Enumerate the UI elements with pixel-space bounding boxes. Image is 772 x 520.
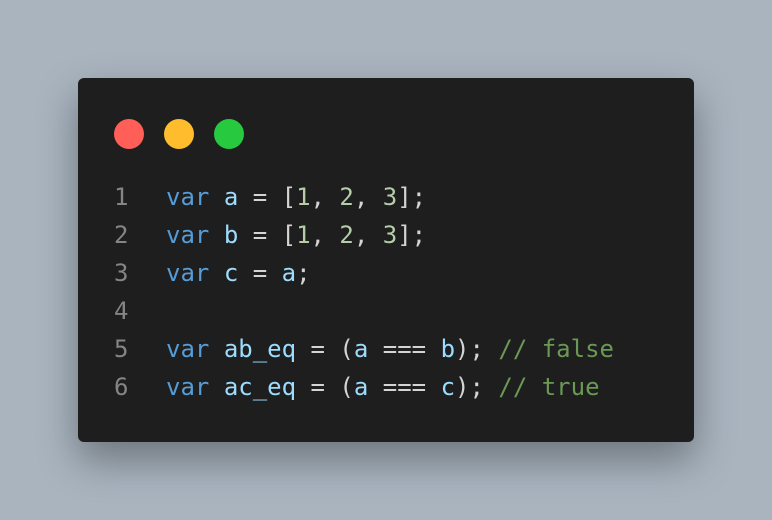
code-token-pn: === <box>368 373 441 401</box>
code-token-num: 2 <box>339 221 354 249</box>
code-line: 4 <box>114 292 614 330</box>
code-line: 3 var c = a; <box>114 254 614 292</box>
code-token-kw: var <box>166 221 210 249</box>
code-token-pn: , <box>353 183 383 211</box>
line-number: 1 <box>114 183 129 211</box>
line-number: 3 <box>114 259 129 287</box>
code-token-id: ac_eq <box>223 373 297 401</box>
code-token-pn <box>209 183 223 211</box>
code-token-pn <box>209 335 223 363</box>
code-token-id: c <box>440 373 456 401</box>
minimize-dot-icon[interactable] <box>164 119 194 149</box>
code-token-pn: = ( <box>296 335 354 363</box>
code-token-kw: var <box>166 183 210 211</box>
code-token-kw: var <box>166 335 210 363</box>
code-token-pn: ]; <box>397 221 427 249</box>
code-token-pn: = <box>238 259 282 287</box>
code-token-id: b <box>223 221 239 249</box>
line-source: var ab_eq = (a === b); // false <box>166 330 614 368</box>
code-token-num: 3 <box>382 221 398 249</box>
code-token-pn: , <box>310 183 340 211</box>
code-token-pn: , <box>353 221 383 249</box>
code-block: 1 var a = [1, 2, 3]; 2 var b = [1, 2, 3]; 3 v… <box>114 178 614 406</box>
code-token-pn: = ( <box>296 373 354 401</box>
code-window: 1 var a = [1, 2, 3]; 2 var b = [1, 2, 3]; 3 v… <box>78 78 694 442</box>
code-token-id: a <box>353 335 369 363</box>
line-number: 5 <box>114 335 129 363</box>
code-token-pn: = [ <box>238 221 297 249</box>
code-token-cm: // true <box>498 373 600 401</box>
code-line: 5 var ab_eq = (a === b); // false <box>114 330 614 368</box>
close-dot-icon[interactable] <box>114 119 144 149</box>
code-token-pn: ); <box>455 373 499 401</box>
code-token-pn: ); <box>455 335 499 363</box>
line-source: var b = [1, 2, 3]; <box>166 216 426 254</box>
code-token-pn: === <box>368 335 441 363</box>
code-token-num: 2 <box>339 183 354 211</box>
window-controls <box>114 119 244 149</box>
code-line: 1 var a = [1, 2, 3]; <box>114 178 614 216</box>
code-token-pn <box>209 373 223 401</box>
code-token-kw: var <box>166 373 210 401</box>
code-token-pn: ; <box>296 259 311 287</box>
code-token-id: ab_eq <box>223 335 297 363</box>
code-token-id: a <box>281 259 297 287</box>
code-token-num: 1 <box>296 183 311 211</box>
code-token-id: a <box>353 373 369 401</box>
code-token-cm: // false <box>498 335 614 363</box>
line-number: 4 <box>114 297 129 325</box>
code-token-id: c <box>223 259 239 287</box>
code-token-pn <box>209 259 223 287</box>
code-token-pn <box>209 221 223 249</box>
code-token-pn: , <box>310 221 340 249</box>
maximize-dot-icon[interactable] <box>214 119 244 149</box>
line-source: var c = a; <box>166 254 311 292</box>
code-token-id: a <box>223 183 239 211</box>
code-token-pn: = [ <box>238 183 297 211</box>
line-source: var ac_eq = (a === c); // true <box>166 368 600 406</box>
code-token-pn: ]; <box>397 183 427 211</box>
line-number: 6 <box>114 373 129 401</box>
code-token-kw: var <box>166 259 210 287</box>
line-number: 2 <box>114 221 129 249</box>
code-token-num: 1 <box>296 221 311 249</box>
code-token-id: b <box>440 335 456 363</box>
code-line: 6 var ac_eq = (a === c); // true <box>114 368 614 406</box>
code-line: 2 var b = [1, 2, 3]; <box>114 216 614 254</box>
line-source: var a = [1, 2, 3]; <box>166 178 426 216</box>
code-token-num: 3 <box>382 183 398 211</box>
